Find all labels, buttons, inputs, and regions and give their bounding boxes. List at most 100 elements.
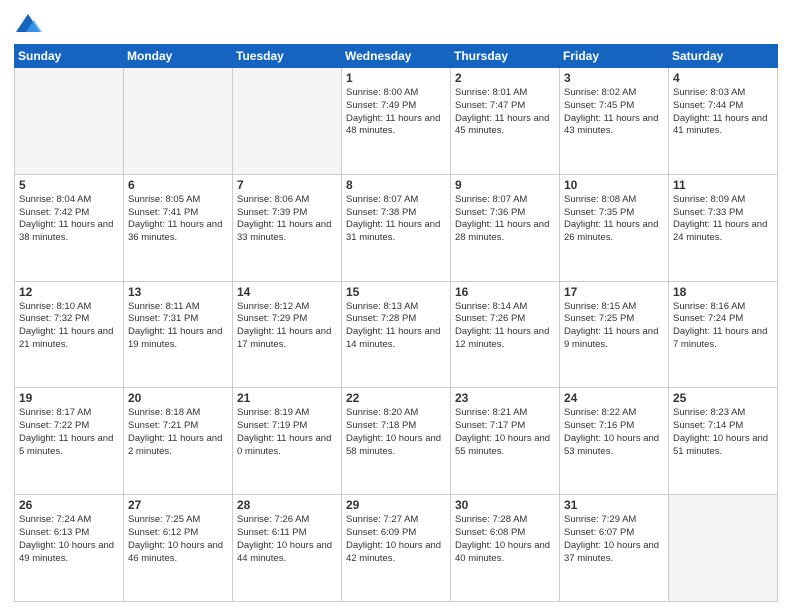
- day-number: 2: [455, 71, 555, 85]
- day-cell: 11 Sunrise: 8:09 AM Sunset: 7:33 PM Dayli…: [669, 174, 778, 281]
- day-number: 17: [564, 285, 664, 299]
- day-cell: 9 Sunrise: 8:07 AM Sunset: 7:36 PM Daylig…: [451, 174, 560, 281]
- day-cell: 26 Sunrise: 7:24 AM Sunset: 6:13 PM Dayli…: [15, 495, 124, 602]
- logo: [14, 10, 46, 38]
- day-number: 11: [673, 178, 773, 192]
- day-number: 23: [455, 391, 555, 405]
- day-cell: 19Sunrise: 8:17 AM Sunset: 7:22 PM Dayli…: [15, 388, 124, 495]
- day-info: Sunrise: 7:27 AM Sunset: 6:09 PM Dayligh…: [346, 514, 446, 565]
- day-cell: 2 Sunrise: 8:01 AM Sunset: 7:47 PM Daylig…: [451, 68, 560, 175]
- day-info: Sunrise: 8:18 AM Sunset: 7:21 PM Dayligh…: [128, 407, 228, 458]
- day-number: 26: [19, 498, 119, 512]
- day-cell: [15, 68, 124, 175]
- day-cell: 25Sunrise: 8:23 AM Sunset: 7:14 PM Dayli…: [669, 388, 778, 495]
- day-info: Sunrise: 8:19 AM Sunset: 7:19 PM Dayligh…: [237, 407, 337, 458]
- day-cell: 22 Sunrise: 8:20 AM Sunset: 7:18 PM Dayli…: [342, 388, 451, 495]
- day-number: 4: [673, 71, 773, 85]
- day-number: 10: [564, 178, 664, 192]
- day-number: 5: [19, 178, 119, 192]
- calendar-table: SundayMondayTuesdayWednesdayThursdayFrid…: [14, 44, 778, 602]
- day-info: Sunrise: 8:04 AM Sunset: 7:42 PM Dayligh…: [19, 194, 119, 245]
- day-cell: 13 Sunrise: 8:11 AM Sunset: 7:31 PM Dayli…: [124, 281, 233, 388]
- day-cell: 12Sunrise: 8:10 AM Sunset: 7:32 PM Dayli…: [15, 281, 124, 388]
- day-number: 27: [128, 498, 228, 512]
- day-cell: 16Sunrise: 8:14 AM Sunset: 7:26 PM Dayli…: [451, 281, 560, 388]
- day-number: 29: [346, 498, 446, 512]
- day-number: 22: [346, 391, 446, 405]
- day-number: 13: [128, 285, 228, 299]
- day-info: Sunrise: 8:22 AM Sunset: 7:16 PM Dayligh…: [564, 407, 664, 458]
- day-cell: 15Sunrise: 8:13 AM Sunset: 7:28 PM Dayli…: [342, 281, 451, 388]
- day-number: 14: [237, 285, 337, 299]
- week-row-1: 1Sunrise: 8:00 AM Sunset: 7:49 PM Daylig…: [15, 68, 778, 175]
- day-number: 16: [455, 285, 555, 299]
- day-info: Sunrise: 7:26 AM Sunset: 6:11 PM Dayligh…: [237, 514, 337, 565]
- weekday-header-thursday: Thursday: [451, 45, 560, 68]
- day-info: Sunrise: 7:24 AM Sunset: 6:13 PM Dayligh…: [19, 514, 119, 565]
- day-number: 9: [455, 178, 555, 192]
- weekday-header-saturday: Saturday: [669, 45, 778, 68]
- day-cell: 31 Sunrise: 7:29 AM Sunset: 6:07 PM Dayli…: [560, 495, 669, 602]
- day-info: Sunrise: 8:05 AM Sunset: 7:41 PM Dayligh…: [128, 194, 228, 245]
- day-info: Sunrise: 8:09 AM Sunset: 7:33 PM Dayligh…: [673, 194, 773, 245]
- day-info: Sunrise: 8:17 AM Sunset: 7:22 PM Dayligh…: [19, 407, 119, 458]
- day-info: Sunrise: 8:03 AM Sunset: 7:44 PM Dayligh…: [673, 87, 773, 138]
- day-number: 8: [346, 178, 446, 192]
- day-cell: 14 Sunrise: 8:12 AM Sunset: 7:29 PM Dayli…: [233, 281, 342, 388]
- day-cell: 8 Sunrise: 8:07 AM Sunset: 7:38 PM Daylig…: [342, 174, 451, 281]
- day-number: 3: [564, 71, 664, 85]
- day-cell: 6 Sunrise: 8:05 AM Sunset: 7:41 PM Daylig…: [124, 174, 233, 281]
- weekday-header-tuesday: Tuesday: [233, 45, 342, 68]
- day-number: 18: [673, 285, 773, 299]
- day-info: Sunrise: 8:23 AM Sunset: 7:14 PM Dayligh…: [673, 407, 773, 458]
- day-number: 7: [237, 178, 337, 192]
- day-cell: 3 Sunrise: 8:02 AM Sunset: 7:45 PM Daylig…: [560, 68, 669, 175]
- week-row-3: 12Sunrise: 8:10 AM Sunset: 7:32 PM Dayli…: [15, 281, 778, 388]
- day-info: Sunrise: 8:20 AM Sunset: 7:18 PM Dayligh…: [346, 407, 446, 458]
- page: SundayMondayTuesdayWednesdayThursdayFrid…: [0, 0, 792, 612]
- day-number: 30: [455, 498, 555, 512]
- day-info: Sunrise: 7:29 AM Sunset: 6:07 PM Dayligh…: [564, 514, 664, 565]
- day-cell: 17Sunrise: 8:15 AM Sunset: 7:25 PM Dayli…: [560, 281, 669, 388]
- day-info: Sunrise: 8:02 AM Sunset: 7:45 PM Dayligh…: [564, 87, 664, 138]
- weekday-header-sunday: Sunday: [15, 45, 124, 68]
- weekday-header-monday: Monday: [124, 45, 233, 68]
- day-info: Sunrise: 8:21 AM Sunset: 7:17 PM Dayligh…: [455, 407, 555, 458]
- day-info: Sunrise: 8:08 AM Sunset: 7:35 PM Dayligh…: [564, 194, 664, 245]
- day-cell: 30 Sunrise: 7:28 AM Sunset: 6:08 PM Dayli…: [451, 495, 560, 602]
- day-cell: [124, 68, 233, 175]
- weekday-header-row: SundayMondayTuesdayWednesdayThursdayFrid…: [15, 45, 778, 68]
- day-cell: 1Sunrise: 8:00 AM Sunset: 7:49 PM Daylig…: [342, 68, 451, 175]
- day-info: Sunrise: 8:10 AM Sunset: 7:32 PM Dayligh…: [19, 301, 119, 352]
- day-info: Sunrise: 8:01 AM Sunset: 7:47 PM Dayligh…: [455, 87, 555, 138]
- day-number: 15: [346, 285, 446, 299]
- day-cell: 21Sunrise: 8:19 AM Sunset: 7:19 PM Dayli…: [233, 388, 342, 495]
- day-info: Sunrise: 7:25 AM Sunset: 6:12 PM Dayligh…: [128, 514, 228, 565]
- day-info: Sunrise: 7:28 AM Sunset: 6:08 PM Dayligh…: [455, 514, 555, 565]
- day-number: 6: [128, 178, 228, 192]
- week-row-5: 26 Sunrise: 7:24 AM Sunset: 6:13 PM Dayli…: [15, 495, 778, 602]
- day-number: 1: [346, 71, 446, 85]
- day-cell: 7 Sunrise: 8:06 AM Sunset: 7:39 PM Daylig…: [233, 174, 342, 281]
- weekday-header-wednesday: Wednesday: [342, 45, 451, 68]
- week-row-2: 5 Sunrise: 8:04 AM Sunset: 7:42 PM Daylig…: [15, 174, 778, 281]
- day-cell: 5 Sunrise: 8:04 AM Sunset: 7:42 PM Daylig…: [15, 174, 124, 281]
- day-info: Sunrise: 8:16 AM Sunset: 7:24 PM Dayligh…: [673, 301, 773, 352]
- day-info: Sunrise: 8:11 AM Sunset: 7:31 PM Dayligh…: [128, 301, 228, 352]
- day-cell: [669, 495, 778, 602]
- day-number: 31: [564, 498, 664, 512]
- day-cell: 20 Sunrise: 8:18 AM Sunset: 7:21 PM Dayli…: [124, 388, 233, 495]
- day-cell: 28Sunrise: 7:26 AM Sunset: 6:11 PM Dayli…: [233, 495, 342, 602]
- day-cell: 24Sunrise: 8:22 AM Sunset: 7:16 PM Dayli…: [560, 388, 669, 495]
- day-cell: 18 Sunrise: 8:16 AM Sunset: 7:24 PM Dayli…: [669, 281, 778, 388]
- day-info: Sunrise: 8:07 AM Sunset: 7:38 PM Dayligh…: [346, 194, 446, 245]
- header: [14, 10, 778, 38]
- day-cell: 10 Sunrise: 8:08 AM Sunset: 7:35 PM Dayli…: [560, 174, 669, 281]
- day-info: Sunrise: 8:12 AM Sunset: 7:29 PM Dayligh…: [237, 301, 337, 352]
- day-info: Sunrise: 8:07 AM Sunset: 7:36 PM Dayligh…: [455, 194, 555, 245]
- day-cell: 29 Sunrise: 7:27 AM Sunset: 6:09 PM Dayli…: [342, 495, 451, 602]
- day-cell: 27 Sunrise: 7:25 AM Sunset: 6:12 PM Dayli…: [124, 495, 233, 602]
- day-number: 20: [128, 391, 228, 405]
- day-info: Sunrise: 8:06 AM Sunset: 7:39 PM Dayligh…: [237, 194, 337, 245]
- week-row-4: 19Sunrise: 8:17 AM Sunset: 7:22 PM Dayli…: [15, 388, 778, 495]
